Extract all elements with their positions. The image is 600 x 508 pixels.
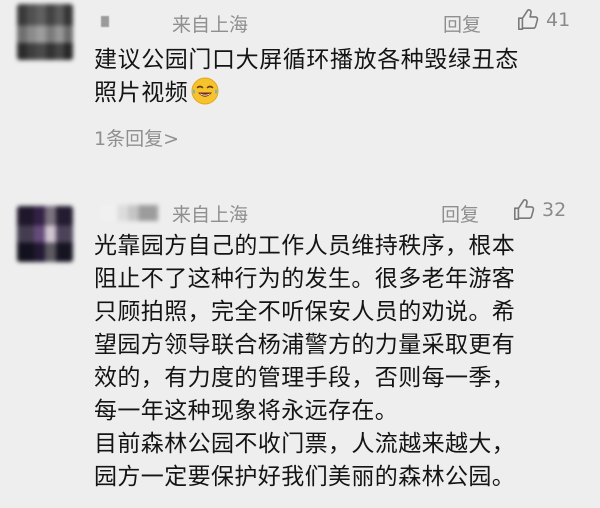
like-count: 41 <box>546 9 571 31</box>
comment-line: 每一年这种现象将永远存在。 <box>94 398 399 424</box>
reply-button[interactable]: 回复 <box>441 200 479 227</box>
avatar[interactable] <box>17 206 73 262</box>
comment-item: 来自上海 回复 32 光靠园方自己的工作人员维持秩序，根本 阻止不了这种行为的发… <box>0 192 600 508</box>
comment-line: 只顾拍照，完全不听保安人员的劝说。希 <box>94 299 516 325</box>
username-redacted[interactable] <box>101 16 109 27</box>
like-count: 32 <box>542 199 567 221</box>
comment-line-with-emoji: 照片视频 <box>94 77 566 110</box>
comment-text: 光靠园方自己的工作人员维持秩序，根本 阻止不了这种行为的发生。很多老年游客 只顾… <box>94 230 578 494</box>
comment-line: 光靠园方自己的工作人员维持秩序，根本 <box>94 233 516 259</box>
location-label: 来自上海 <box>172 14 249 36</box>
like-button[interactable]: 41 <box>516 8 570 32</box>
view-replies-link[interactable]: 1条回复> <box>94 124 179 151</box>
comment-line: 效的，有力度的管理手段，否则每一季， <box>94 365 516 391</box>
comment-line: 望园方领导联合杨浦警方的力量采取更有 <box>94 332 516 358</box>
like-button[interactable]: 32 <box>512 198 566 222</box>
comment-line: 照片视频 <box>94 80 189 106</box>
location-label: 来自上海 <box>172 204 249 226</box>
avatar[interactable] <box>17 4 73 60</box>
comment-item: 来自上海 回复 41 建议公园门口大屏循环播放各种毁绿丑态 照片视频 1条回复> <box>0 0 600 180</box>
comment-text: 建议公园门口大屏循环播放各种毁绿丑态 照片视频 <box>94 44 566 110</box>
comment-line: 建议公园门口大屏循环播放各种毁绿丑态 <box>94 47 519 73</box>
username-redacted[interactable] <box>100 205 158 221</box>
laughing-tears-emoji-icon <box>191 77 219 105</box>
comment-line: 园方一定要保护好我们美丽的森林公园。 <box>94 464 516 490</box>
thumbs-up-icon <box>514 199 535 220</box>
comment-line: 目前森林公园不收门票，人流越来越大， <box>94 431 516 457</box>
thumbs-up-icon <box>518 9 539 30</box>
reply-button[interactable]: 回复 <box>443 10 481 37</box>
comment-line: 阻止不了这种行为的发生。很多老年游客 <box>94 266 516 292</box>
